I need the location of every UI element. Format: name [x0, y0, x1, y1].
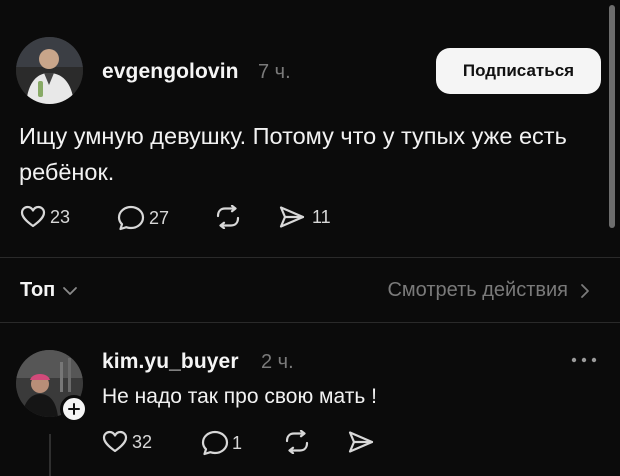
like-button[interactable]: 23 — [20, 205, 70, 229]
send-icon — [279, 206, 305, 228]
reply-text: Не надо так про свою мать ! — [102, 385, 377, 408]
repost-button[interactable] — [214, 205, 242, 229]
view-activity-link[interactable]: Смотреть действия — [387, 279, 592, 302]
reply-time: 2 ч. — [261, 351, 294, 373]
repost-icon — [216, 205, 240, 229]
sort-label: Топ — [20, 279, 56, 301]
reply-like-button[interactable]: 32 — [102, 430, 152, 454]
scrollbar[interactable] — [609, 5, 615, 228]
add-follow-button[interactable] — [60, 395, 88, 423]
reply-more-button[interactable] — [570, 352, 598, 370]
speech-bubble-icon — [117, 205, 145, 231]
heart-icon — [20, 205, 46, 228]
sort-dropdown[interactable]: Топ — [20, 279, 79, 302]
post-time: 7 ч. — [258, 61, 291, 83]
chevron-down-icon — [63, 286, 78, 295]
post-username[interactable]: evgengolovin — [102, 60, 239, 84]
divider — [0, 322, 620, 323]
post-author-avatar-image — [16, 37, 83, 104]
view-activity-label: Смотреть действия — [387, 279, 568, 301]
heart-icon — [102, 430, 128, 453]
speech-bubble-icon — [201, 430, 229, 456]
reply-like-count: 32 — [132, 431, 153, 452]
post-text: Ищу умную девушку. Потому что у тупых уж… — [19, 123, 567, 185]
follow-button[interactable]: Подписаться — [436, 48, 601, 94]
comment-count: 27 — [149, 207, 170, 228]
send-icon — [348, 431, 374, 453]
like-count: 23 — [50, 206, 71, 227]
repost-icon — [285, 430, 309, 454]
share-button[interactable]: 11 — [278, 205, 331, 229]
reply-username[interactable]: kim.yu_buyer — [102, 350, 239, 374]
plus-icon — [68, 403, 80, 415]
share-count: 11 — [312, 206, 331, 227]
reply-share-button[interactable] — [347, 430, 375, 454]
more-dots-icon — [571, 357, 597, 363]
thread-line — [49, 434, 51, 476]
comment-button[interactable]: 27 — [117, 205, 169, 231]
chevron-right-icon — [581, 283, 589, 298]
reply-comment-count: 1 — [232, 432, 243, 453]
reply-repost-button[interactable] — [283, 430, 311, 454]
reply-comment-button[interactable]: 1 — [201, 430, 242, 456]
divider — [0, 257, 620, 258]
post-author-avatar[interactable] — [16, 37, 83, 104]
